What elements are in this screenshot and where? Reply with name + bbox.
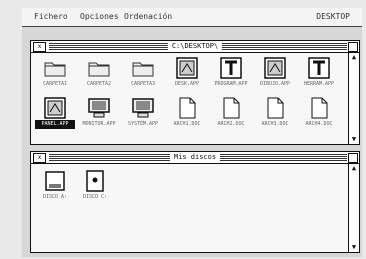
application-icon [43,97,67,119]
icon-label: HERRAM.APP [303,81,335,87]
icon-label: ARCH3.DOC [261,121,289,127]
application-icon [263,57,287,79]
desktop-icon[interactable]: ARCH1.DOC [167,97,207,131]
desktop-area: x C:\DESKTOP\ CARPETA1 CARPETA2 CARPETA3 DE… [22,27,362,257]
icon-label: DISCO C: [82,194,108,200]
desktop-icon[interactable]: CARPETA1 [35,57,75,91]
icon-label: DISCO A: [42,194,68,200]
icon-label: SYSTEM.APP [127,121,159,127]
desktop-icon[interactable]: DISCO A: [35,170,75,204]
icon-label: DIBUJO.APP [259,81,291,87]
monitor-icon [87,97,111,119]
menu-ordenacion[interactable]: Ordenación [124,12,172,21]
scroll-up-arrow-icon[interactable]: ▲ [349,164,359,173]
desktop-icon[interactable]: CARPETA3 [123,57,163,91]
tool-app-icon [219,57,243,79]
main-window-scrollbar[interactable]: ▲ ▼ [348,53,359,144]
main-window-titlebar[interactable]: x C:\DESKTOP\ [31,41,359,53]
desktop-icon[interactable]: PANEL.APP [35,97,75,131]
menubar-right-label: DESKTOP [316,12,350,21]
icon-label: ARCH1.DOC [173,121,201,127]
icon-label: PROGRAM.APP [214,81,248,87]
document-icon [307,97,331,119]
desktop-icon[interactable]: DISCO C: [75,170,115,204]
tool-app-icon [307,57,331,79]
desktop-icon[interactable]: DIBUJO.APP [255,57,295,91]
disk-window-title: Mis discos [169,153,221,161]
scroll-up-arrow-icon[interactable]: ▲ [349,53,359,62]
folder-icon [43,57,67,79]
document-icon [219,97,243,119]
main-window: x C:\DESKTOP\ CARPETA1 CARPETA2 CARPETA3 DE… [30,40,360,145]
desktop-icon[interactable]: SYSTEM.APP [123,97,163,131]
desktop-icon[interactable]: ARCH4.DOC [299,97,339,131]
disk-window-close-button[interactable]: x [33,153,46,163]
desktop-icon[interactable]: MONITOR.APP [79,97,119,131]
scroll-down-arrow-icon[interactable]: ▼ [349,243,359,252]
desktop-icon[interactable]: DESK.APP [167,57,207,91]
application-icon [175,57,199,79]
monitor-icon [131,97,155,119]
main-window-full-button[interactable] [348,42,358,52]
main-window-title: C:\DESKTOP\ [167,42,223,50]
icon-label: PANEL.APP [35,120,75,129]
document-icon [175,97,199,119]
menu-bar: Fichero Opciones Ordenación DESKTOP [22,8,362,27]
icon-label: MONITOR.APP [82,121,116,127]
icon-label: CARPETA1 [42,81,68,87]
floppy-disk-icon [43,170,67,192]
icon-label: CARPETA3 [130,81,156,87]
disk-window-full-button[interactable] [348,153,358,163]
icon-label: ARCH2.DOC [217,121,245,127]
icon-label: CARPETA2 [86,81,112,87]
desktop-icon[interactable]: HERRAM.APP [299,57,339,91]
icon-label: ARCH4.DOC [305,121,333,127]
folder-icon [87,57,111,79]
scroll-down-arrow-icon[interactable]: ▼ [349,135,359,144]
icon-label: DESK.APP [174,81,200,87]
screen: Fichero Opciones Ordenación DESKTOP x C:… [0,0,366,259]
folder-icon [131,57,155,79]
document-icon [263,97,287,119]
menu-opciones[interactable]: Opciones [80,12,119,21]
desktop-icon[interactable]: ARCH3.DOC [255,97,295,131]
disk-window: x Mis discos DISCO A: DISCO C: ▲ ▼ [30,151,360,253]
disk-window-scrollbar[interactable]: ▲ ▼ [348,164,359,252]
desktop-icon[interactable]: CARPETA2 [79,57,119,91]
menu-fichero[interactable]: Fichero [34,12,68,21]
hard-disk-icon [83,170,107,192]
desktop-icon[interactable]: PROGRAM.APP [211,57,251,91]
disk-window-titlebar[interactable]: x Mis discos [31,152,359,164]
main-window-close-button[interactable]: x [33,42,46,52]
desktop-icon[interactable]: ARCH2.DOC [211,97,251,131]
